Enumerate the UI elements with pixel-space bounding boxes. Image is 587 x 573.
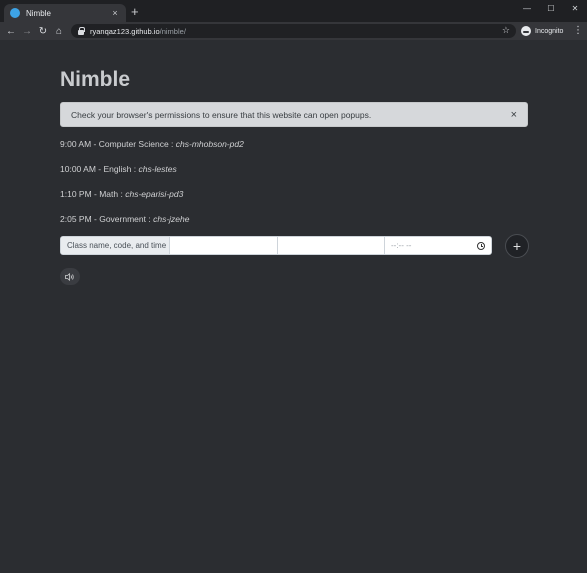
class-item: 1:10 PM - Math : chs-eparisi-pd3 <box>60 189 184 199</box>
browser-tab[interactable]: Nimble × <box>4 4 126 22</box>
class-item: 9:00 AM - Computer Science : chs-mhobson… <box>60 139 244 149</box>
incognito-label: Incognito <box>535 27 564 35</box>
lock-icon <box>77 27 85 35</box>
incognito-icon <box>521 26 531 36</box>
alert-text: Check your browser's permissions to ensu… <box>71 109 372 120</box>
bookmark-star-icon[interactable]: ☆ <box>502 25 510 36</box>
class-name: Government <box>99 214 146 224</box>
tab-title: Nimble <box>26 8 51 18</box>
class-name: Math <box>99 189 119 199</box>
page-title: Nimble <box>60 68 131 91</box>
incognito-indicator[interactable]: Incognito <box>521 24 563 38</box>
class-item: 2:05 PM - Government : chs-jzehe <box>60 214 190 224</box>
class-time: 9:00 AM <box>60 139 92 149</box>
speaker-icon <box>65 272 74 281</box>
class-item: 10:00 AM - English : chs-lestes <box>60 164 177 174</box>
class-name-input[interactable] <box>170 237 278 254</box>
sound-toggle-button[interactable] <box>60 268 80 285</box>
browser-menu-button[interactable]: ⋮ <box>573 25 583 37</box>
url-host: ryanqaz123.github.io <box>90 26 160 36</box>
browser-tab-strip: Nimble × + — ☐ ✕ <box>0 0 587 22</box>
clock-icon[interactable] <box>477 241 485 250</box>
minimize-button[interactable]: — <box>515 0 539 16</box>
add-class-form: Class name, code, and time --:-- -- <box>60 236 492 255</box>
add-class-button[interactable]: + <box>505 234 529 258</box>
class-code: chs-lestes <box>138 164 177 174</box>
class-code-input[interactable] <box>278 237 385 254</box>
maximize-button[interactable]: ☐ <box>539 0 563 16</box>
time-placeholder: --:-- -- <box>391 241 412 250</box>
new-tab-button[interactable]: + <box>131 5 139 19</box>
popup-permission-alert: Check your browser's permissions to ensu… <box>60 102 528 127</box>
alert-close-button[interactable]: × <box>511 109 517 121</box>
forward-button[interactable]: → <box>19 23 35 39</box>
reload-button[interactable]: ↻ <box>35 23 51 39</box>
class-name: Computer Science <box>98 139 169 149</box>
home-button[interactable]: ⌂ <box>51 23 67 39</box>
window-controls: — ☐ ✕ <box>515 0 587 16</box>
favicon-icon <box>10 8 20 18</box>
class-code: chs-mhobson-pd2 <box>175 139 244 149</box>
class-name: English <box>103 164 132 174</box>
address-bar[interactable]: ryanqaz123.github.io/nimble/ ☆ <box>71 24 516 38</box>
window-close-button[interactable]: ✕ <box>563 0 587 16</box>
class-time-input[interactable]: --:-- -- <box>385 237 491 254</box>
class-code: chs-jzehe <box>153 214 190 224</box>
class-code: chs-eparisi-pd3 <box>125 189 184 199</box>
class-time: 10:00 AM <box>60 164 96 174</box>
tab-close-button[interactable]: × <box>110 8 120 18</box>
class-time: 1:10 PM <box>60 189 92 199</box>
form-label: Class name, code, and time <box>61 237 170 254</box>
back-button[interactable]: ← <box>3 23 19 39</box>
class-time: 2:05 PM <box>60 214 92 224</box>
url-path: /nimble/ <box>159 26 186 36</box>
